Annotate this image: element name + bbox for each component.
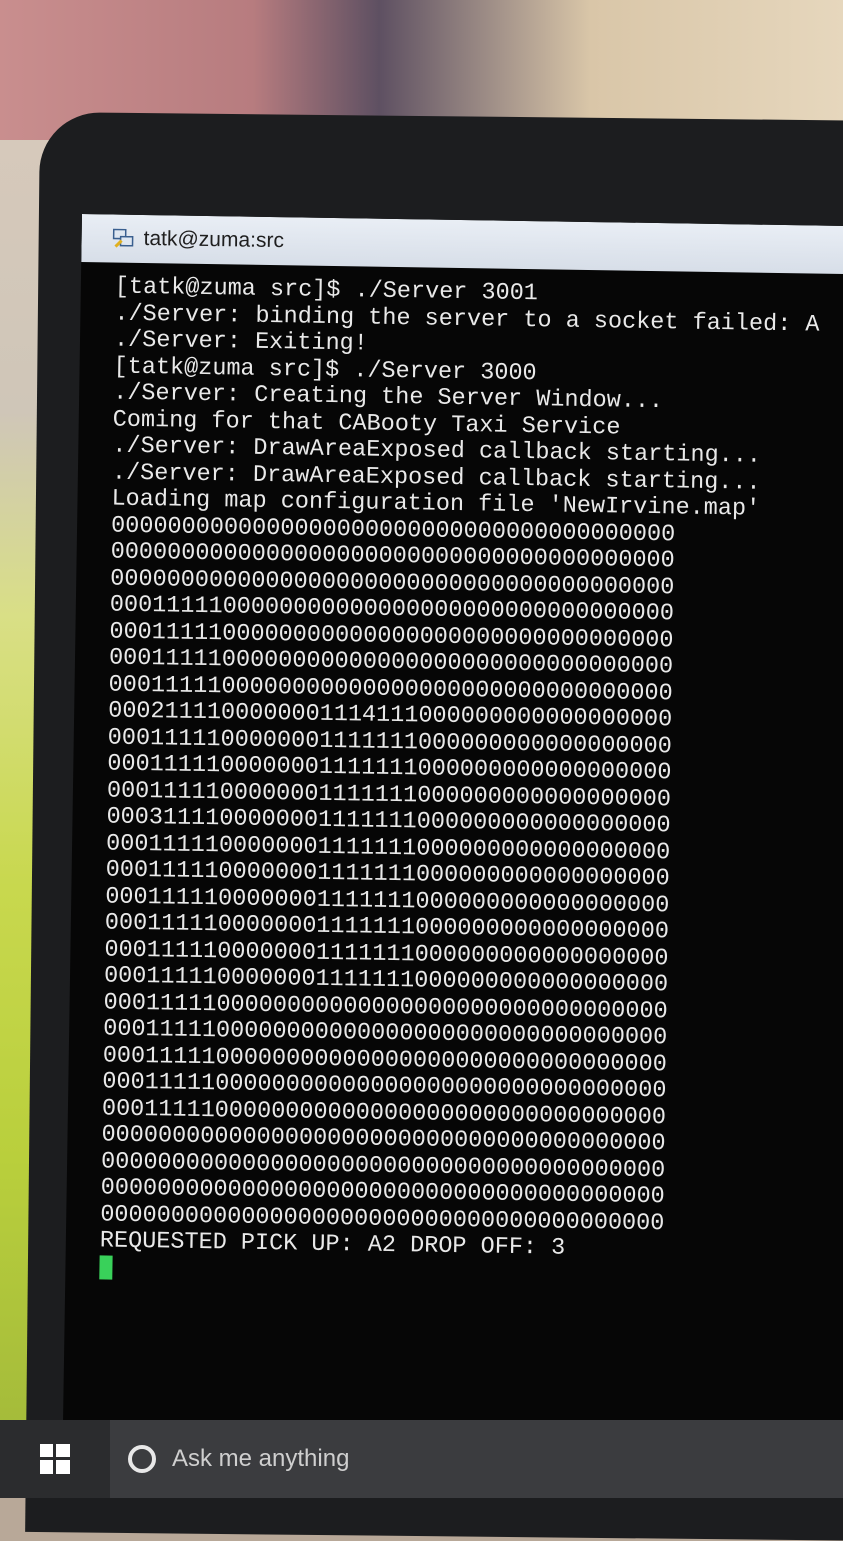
- search-placeholder: Ask me anything: [172, 1445, 350, 1472]
- terminal-window[interactable]: tatk@zuma:src [tatk@zuma src]$ ./Server …: [62, 214, 843, 1447]
- start-button[interactable]: [0, 1420, 110, 1498]
- cortana-icon: [128, 1445, 156, 1473]
- windows-logo-icon: [40, 1444, 70, 1474]
- terminal-cursor: [99, 1254, 113, 1280]
- terminal-output[interactable]: [tatk@zuma src]$ ./Server 3001 ./Server: …: [65, 262, 843, 1295]
- putty-icon: [112, 228, 134, 248]
- cortana-search-box[interactable]: Ask me anything: [110, 1420, 843, 1498]
- windows-taskbar: Ask me anything: [0, 1420, 843, 1498]
- window-title: tatk@zuma:src: [143, 226, 285, 253]
